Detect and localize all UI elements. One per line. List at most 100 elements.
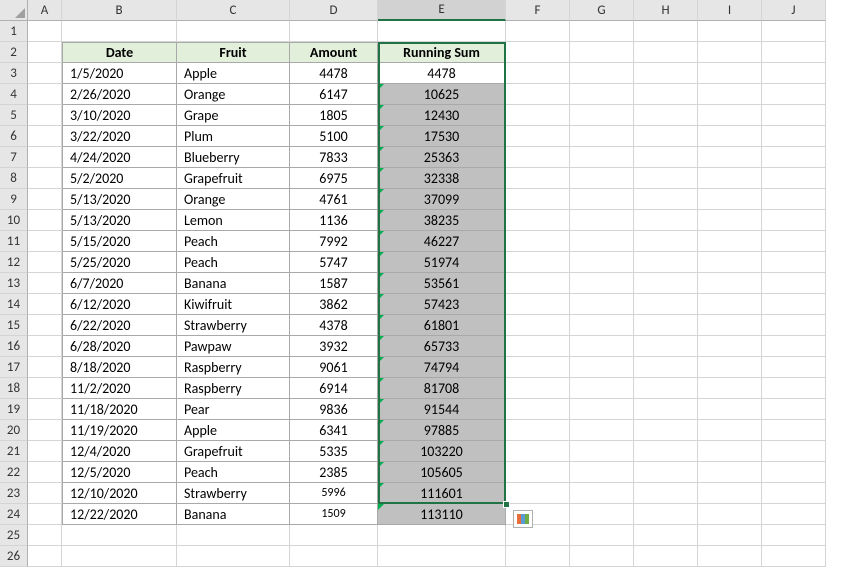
empty-cell[interactable] [506, 189, 570, 210]
empty-cell[interactable] [570, 84, 634, 105]
running-sum-cell[interactable]: 37099 [378, 189, 506, 210]
fruit-cell[interactable]: Grapefruit [177, 441, 290, 462]
empty-cell[interactable] [698, 504, 762, 525]
empty-cell[interactable] [28, 84, 62, 105]
select-all-corner[interactable] [0, 0, 28, 21]
row-header-11[interactable]: 11 [0, 231, 28, 252]
fruit-cell[interactable]: Strawberry [177, 315, 290, 336]
empty-cell[interactable] [634, 525, 698, 546]
empty-cell[interactable] [28, 483, 62, 504]
empty-cell[interactable] [762, 147, 826, 168]
date-cell[interactable]: 12/5/2020 [62, 462, 177, 483]
running-sum-cell[interactable]: 53561 [378, 273, 506, 294]
amount-cell[interactable]: 4378 [290, 315, 378, 336]
empty-cell[interactable] [506, 252, 570, 273]
empty-cell[interactable] [634, 84, 698, 105]
empty-cell[interactable] [698, 63, 762, 84]
empty-cell[interactable] [634, 42, 698, 63]
row-header-10[interactable]: 10 [0, 210, 28, 231]
empty-cell[interactable] [570, 462, 634, 483]
empty-cell[interactable] [698, 84, 762, 105]
empty-cell[interactable] [28, 441, 62, 462]
row-header-26[interactable]: 26 [0, 546, 28, 567]
empty-cell[interactable] [762, 357, 826, 378]
empty-cell[interactable] [506, 147, 570, 168]
date-cell[interactable]: 11/2/2020 [62, 378, 177, 399]
empty-cell[interactable] [28, 357, 62, 378]
empty-cell[interactable] [570, 273, 634, 294]
fruit-cell[interactable]: Banana [177, 273, 290, 294]
fruit-cell[interactable]: Peach [177, 252, 290, 273]
empty-cell[interactable] [698, 315, 762, 336]
row-header-3[interactable]: 3 [0, 63, 28, 84]
empty-cell[interactable] [28, 315, 62, 336]
empty-cell[interactable] [506, 42, 570, 63]
row-header-13[interactable]: 13 [0, 273, 28, 294]
empty-cell[interactable] [634, 21, 698, 42]
empty-cell[interactable] [698, 21, 762, 42]
row-header-8[interactable]: 8 [0, 168, 28, 189]
empty-cell[interactable] [570, 441, 634, 462]
fruit-cell[interactable]: Pawpaw [177, 336, 290, 357]
date-cell[interactable]: 5/15/2020 [62, 231, 177, 252]
empty-cell[interactable] [634, 231, 698, 252]
fruit-cell[interactable]: Peach [177, 231, 290, 252]
empty-cell[interactable] [634, 483, 698, 504]
amount-cell[interactable]: 1805 [290, 105, 378, 126]
empty-cell[interactable] [506, 441, 570, 462]
date-cell[interactable]: 6/28/2020 [62, 336, 177, 357]
empty-cell[interactable] [634, 252, 698, 273]
empty-cell[interactable] [762, 315, 826, 336]
row-header-17[interactable]: 17 [0, 357, 28, 378]
empty-cell[interactable] [570, 378, 634, 399]
empty-cell[interactable] [698, 126, 762, 147]
empty-cell[interactable] [570, 189, 634, 210]
empty-cell[interactable] [506, 126, 570, 147]
col-header-B[interactable]: B [62, 0, 177, 21]
empty-cell[interactable] [378, 546, 506, 567]
date-cell[interactable]: 5/25/2020 [62, 252, 177, 273]
empty-cell[interactable] [570, 147, 634, 168]
empty-cell[interactable] [506, 336, 570, 357]
empty-cell[interactable] [762, 168, 826, 189]
empty-cell[interactable] [762, 525, 826, 546]
row-header-5[interactable]: 5 [0, 105, 28, 126]
empty-cell[interactable] [506, 231, 570, 252]
amount-cell[interactable]: 1509 [290, 504, 378, 525]
empty-cell[interactable] [177, 21, 290, 42]
empty-cell[interactable] [28, 105, 62, 126]
empty-cell[interactable] [762, 105, 826, 126]
empty-cell[interactable] [698, 441, 762, 462]
spreadsheet-grid[interactable]: ABCDEFGHIJ12DateFruitAmountRunning Sum31… [0, 0, 850, 567]
date-cell[interactable]: 3/22/2020 [62, 126, 177, 147]
empty-cell[interactable] [570, 546, 634, 567]
date-cell[interactable]: 1/5/2020 [62, 63, 177, 84]
empty-cell[interactable] [634, 336, 698, 357]
empty-cell[interactable] [762, 399, 826, 420]
empty-cell[interactable] [762, 378, 826, 399]
row-header-7[interactable]: 7 [0, 147, 28, 168]
header-amount[interactable]: Amount [290, 42, 378, 63]
empty-cell[interactable] [634, 210, 698, 231]
date-cell[interactable]: 2/26/2020 [62, 84, 177, 105]
empty-cell[interactable] [570, 420, 634, 441]
amount-cell[interactable]: 5996 [290, 483, 378, 504]
fruit-cell[interactable]: Raspberry [177, 378, 290, 399]
empty-cell[interactable] [506, 546, 570, 567]
empty-cell[interactable] [698, 273, 762, 294]
row-header-6[interactable]: 6 [0, 126, 28, 147]
amount-cell[interactable]: 7992 [290, 231, 378, 252]
header-fruit[interactable]: Fruit [177, 42, 290, 63]
empty-cell[interactable] [62, 546, 177, 567]
empty-cell[interactable] [506, 462, 570, 483]
date-cell[interactable]: 3/10/2020 [62, 105, 177, 126]
empty-cell[interactable] [570, 504, 634, 525]
fruit-cell[interactable]: Peach [177, 462, 290, 483]
row-header-20[interactable]: 20 [0, 420, 28, 441]
empty-cell[interactable] [762, 336, 826, 357]
empty-cell[interactable] [506, 210, 570, 231]
empty-cell[interactable] [28, 63, 62, 84]
row-header-23[interactable]: 23 [0, 483, 28, 504]
empty-cell[interactable] [698, 231, 762, 252]
empty-cell[interactable] [506, 273, 570, 294]
